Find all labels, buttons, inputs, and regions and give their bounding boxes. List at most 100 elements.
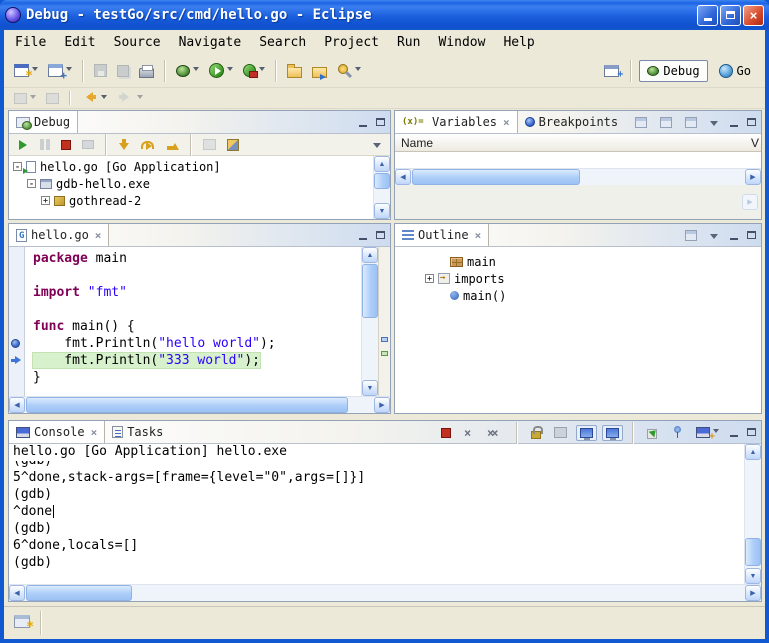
suspend-button[interactable] — [36, 136, 54, 153]
close-tab-icon[interactable]: × — [475, 230, 482, 241]
open-resource-button[interactable] — [308, 61, 331, 81]
collapse-all-button[interactable] — [681, 114, 701, 131]
show-console-stdout-button[interactable] — [576, 425, 597, 441]
terminate-button[interactable] — [437, 425, 455, 441]
code-line[interactable]: func main() { — [33, 319, 361, 336]
scroll-up-icon[interactable]: ▲ — [374, 156, 390, 172]
remove-all-launches-button[interactable] — [483, 424, 507, 442]
maximize-view-button[interactable] — [372, 227, 388, 242]
show-logical-structures-button[interactable] — [656, 114, 676, 131]
menu-file[interactable]: File — [6, 32, 55, 53]
drop-to-frame-button[interactable] — [199, 136, 220, 153]
editor-vertical-scrollbar[interactable]: ▲ ▼ — [361, 247, 378, 396]
back-button[interactable] — [77, 89, 111, 107]
code-area[interactable]: package main import "fmt" func main() { … — [25, 247, 361, 396]
disconnect-button[interactable] — [78, 137, 98, 152]
menu-source[interactable]: Source — [105, 32, 170, 53]
tree-item-hello-go-go-application-[interactable]: -hello.go [Go Application] — [9, 158, 373, 175]
menu-edit[interactable]: Edit — [55, 32, 104, 53]
scroll-left-icon[interactable]: ◀ — [9, 585, 25, 601]
expand-icon[interactable]: + — [425, 274, 434, 283]
scroll-down-icon[interactable]: ▼ — [362, 380, 378, 396]
maximize-view-button[interactable] — [743, 114, 759, 129]
variables-horizontal-scrollbar[interactable]: ◀ ▶ — [395, 168, 761, 185]
minimize-view-button[interactable] — [355, 227, 371, 242]
open-perspective-button[interactable] — [600, 62, 623, 80]
terminate-button[interactable] — [57, 137, 75, 153]
open-go-type-button[interactable] — [283, 61, 306, 81]
close-button[interactable]: × — [743, 5, 764, 26]
code-line[interactable]: fmt.Println("333 world"); — [33, 353, 361, 370]
maximize-view-button[interactable] — [743, 227, 759, 242]
code-line[interactable]: package main — [33, 251, 361, 268]
outline-tree[interactable]: main+importsmain() — [395, 247, 761, 413]
scroll-right-icon[interactable]: ▶ — [742, 194, 758, 210]
fast-view-button[interactable] — [10, 612, 34, 631]
menu-run[interactable]: Run — [388, 32, 429, 53]
scroll-lock-button[interactable] — [527, 423, 545, 442]
minimize-view-button[interactable] — [726, 114, 742, 129]
new-wizard-button[interactable] — [10, 61, 42, 80]
tree-item-gdb-hello-exe[interactable]: -gdb-hello.exe — [9, 175, 373, 192]
maximize-view-button[interactable] — [743, 424, 759, 439]
menu-window[interactable]: Window — [429, 32, 494, 53]
scroll-thumb[interactable] — [362, 264, 378, 318]
tree-item-imports[interactable]: +imports — [421, 270, 761, 287]
tab-console[interactable]: Console × — [9, 421, 105, 443]
console-vertical-scrollbar[interactable]: ▲ ▼ — [744, 444, 761, 584]
tab-tasks[interactable]: Tasks — [105, 421, 170, 443]
annotation-ruler[interactable] — [9, 247, 25, 396]
scroll-right-icon[interactable]: ▶ — [745, 585, 761, 601]
titlebar[interactable]: Debug - testGo/src/cmd/hello.go - Eclips… — [0, 0, 769, 30]
maximize-view-button[interactable] — [372, 114, 388, 129]
variables-column-header[interactable]: Name V — [395, 134, 761, 152]
tree-item-main-[interactable]: main() — [421, 287, 761, 304]
open-console-button[interactable] — [692, 424, 723, 441]
run-button[interactable] — [205, 60, 237, 81]
scroll-thumb[interactable] — [374, 173, 390, 189]
debug-button[interactable] — [172, 62, 203, 80]
view-menu-button[interactable] — [369, 138, 386, 152]
variables-table-body[interactable] — [395, 152, 761, 168]
code-line[interactable]: import "fmt" — [33, 285, 361, 302]
perspective-go-button[interactable]: Go — [711, 60, 759, 82]
pin-console-button[interactable] — [668, 423, 687, 442]
step-return-button[interactable] — [163, 136, 183, 154]
view-menu-button[interactable] — [706, 116, 723, 130]
step-over-button[interactable] — [137, 136, 160, 154]
remove-launch-button[interactable] — [460, 424, 478, 442]
scroll-up-icon[interactable]: ▲ — [745, 444, 761, 460]
code-line[interactable] — [33, 302, 361, 319]
menu-help[interactable]: Help — [494, 32, 543, 53]
console-text[interactable]: (gdb)5^done,stack-args=[frame={level="0"… — [9, 461, 744, 584]
minimize-view-button[interactable] — [726, 227, 742, 242]
scroll-thumb[interactable] — [26, 585, 132, 601]
menu-search[interactable]: Search — [250, 32, 315, 53]
new-go-element-button[interactable] — [44, 61, 76, 80]
console-horizontal-scrollbar[interactable]: ◀ ▶ — [9, 584, 761, 601]
scroll-left-icon[interactable]: ◀ — [9, 397, 25, 413]
print-button[interactable] — [135, 61, 158, 81]
run-external-tools-button[interactable] — [239, 61, 269, 80]
clear-console-button[interactable] — [550, 424, 571, 441]
code-line[interactable]: } — [33, 370, 361, 387]
export-log-button[interactable] — [643, 424, 663, 442]
save-button[interactable] — [90, 61, 111, 80]
tree-item-main[interactable]: main — [421, 253, 761, 270]
next-annotation-button[interactable] — [42, 90, 63, 107]
scroll-down-icon[interactable]: ▼ — [745, 568, 761, 584]
code-line[interactable] — [33, 268, 361, 285]
minimize-view-button[interactable] — [726, 424, 742, 439]
collapse-icon[interactable]: - — [13, 162, 22, 171]
tab-outline[interactable]: Outline × — [395, 224, 489, 246]
last-edit-location-button[interactable] — [10, 90, 40, 107]
perspective-debug-button[interactable]: Debug — [639, 60, 707, 82]
code-line[interactable]: fmt.Println("hello world"); — [33, 336, 361, 353]
show-console-stderr-button[interactable] — [602, 425, 623, 441]
tab-debug[interactable]: Debug — [9, 111, 78, 133]
view-menu-button[interactable] — [706, 229, 723, 243]
scroll-thumb[interactable] — [745, 538, 761, 566]
scroll-thumb[interactable] — [26, 397, 348, 413]
expand-icon[interactable]: + — [41, 196, 50, 205]
tab-breakpoints[interactable]: Breakpoints — [518, 111, 625, 133]
